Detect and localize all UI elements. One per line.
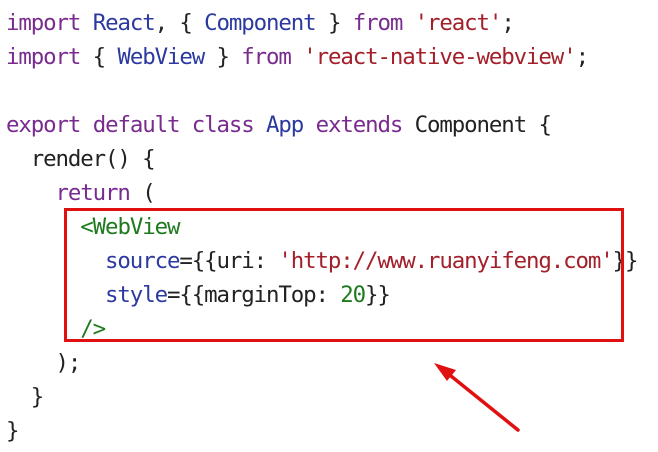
pointer-arrow-icon xyxy=(434,363,520,432)
